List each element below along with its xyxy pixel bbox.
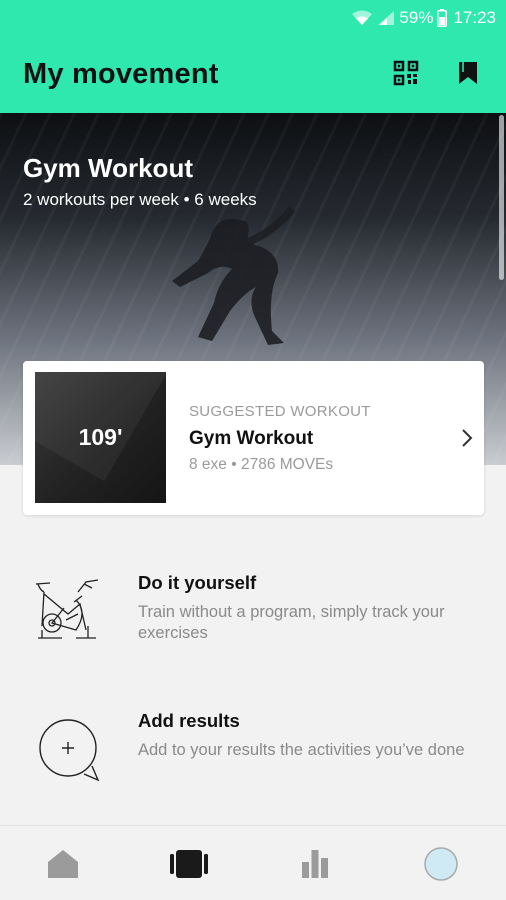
battery-icon — [437, 9, 448, 27]
do-it-yourself-description: Train without a program, simply track yo… — [138, 603, 445, 642]
nav-stats[interactable] — [252, 826, 378, 900]
exercise-bike-icon — [35, 579, 99, 639]
program-schedule: 2 workouts per week • 6 weeks — [23, 190, 257, 209]
add-results-title: Add results — [138, 710, 240, 731]
status-bar: 59% 17:23 — [0, 0, 506, 36]
suggested-label: SUGGESTED WORKOUT — [189, 403, 371, 420]
scrollbar[interactable] — [499, 115, 504, 280]
status-icons: 59% — [351, 8, 448, 28]
app-bar: My movement — [0, 36, 506, 113]
bar-chart-icon — [302, 849, 328, 878]
bookmark-icon[interactable] — [455, 60, 481, 86]
qr-code-icon[interactable] — [393, 60, 419, 86]
wifi-icon — [351, 10, 373, 26]
status-time: 17:23 — [453, 8, 496, 27]
battery-percent: 59% — [399, 8, 434, 27]
add-results-icon — [39, 719, 100, 782]
program-title: Gym Workout — [23, 153, 193, 183]
add-results-item[interactable]: Add results Add to your results the acti… — [0, 700, 506, 810]
home-icon — [48, 849, 78, 878]
workout-meta: 8 exe • 2786 MOVEs — [189, 456, 334, 473]
nav-profile[interactable] — [378, 826, 504, 900]
nav-workouts[interactable] — [126, 826, 252, 900]
signal-icon — [377, 10, 395, 26]
workout-name: Gym Workout — [189, 428, 314, 449]
page-title: My movement — [23, 58, 219, 90]
do-it-yourself-title: Do it yourself — [138, 572, 257, 593]
bottom-navigation — [0, 825, 506, 900]
nav-home[interactable] — [0, 826, 126, 900]
add-results-description: Add to your results the activities you’v… — [138, 741, 465, 759]
do-it-yourself-item[interactable]: Do it yourself Train without a program, … — [0, 560, 506, 670]
profile-avatar-icon — [424, 846, 458, 881]
app-bar-actions — [393, 60, 481, 86]
athlete-image — [172, 206, 296, 345]
workout-thumbnail: 109' — [35, 372, 166, 503]
chevron-right-icon — [462, 429, 473, 447]
workout-duration: 109' — [78, 424, 123, 450]
workouts-icon — [170, 849, 208, 878]
suggested-workout-card[interactable]: 109' SUGGESTED WORKOUT Gym Workout 8 exe… — [23, 361, 484, 515]
